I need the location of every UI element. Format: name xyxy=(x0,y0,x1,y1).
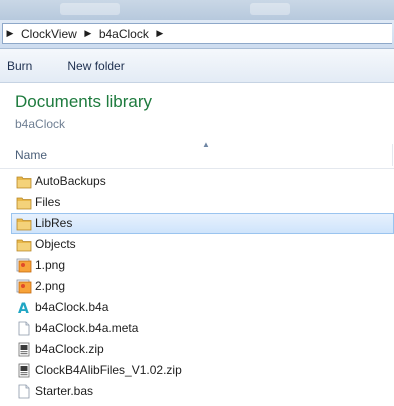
list-item[interactable]: A b4aClock.b4a xyxy=(0,297,394,318)
burn-button[interactable]: Burn xyxy=(0,59,40,73)
list-item[interactable]: Starter.bas xyxy=(0,381,394,402)
chevron-right-icon[interactable]: ▶ xyxy=(153,28,167,39)
generic-file-icon xyxy=(16,321,32,336)
file-name: AutoBackups xyxy=(35,174,106,188)
command-bar: Burn New folder xyxy=(0,49,394,83)
list-item[interactable]: Objects xyxy=(0,234,394,255)
file-name: 1.png xyxy=(35,258,66,272)
library-subtitle: b4aClock xyxy=(15,117,66,131)
list-item[interactable]: b4aClock.b4a.meta xyxy=(0,318,394,339)
zip-file-icon xyxy=(16,363,32,378)
file-name: Objects xyxy=(35,237,76,251)
folder-icon xyxy=(16,216,32,231)
folder-icon xyxy=(16,237,32,252)
file-name: b4aClock.b4a.meta xyxy=(35,321,139,335)
list-item[interactable]: ClockB4AlibFiles_V1.02.zip xyxy=(0,360,394,381)
svg-text:A: A xyxy=(18,301,29,315)
file-name: b4aClock.zip xyxy=(35,342,104,356)
list-item[interactable]: Files xyxy=(0,192,394,213)
chevron-right-icon[interactable]: ▶ xyxy=(3,28,17,39)
list-item[interactable]: b4aClock.zip xyxy=(0,339,394,360)
folder-icon xyxy=(16,195,32,210)
file-name: ClockB4AlibFiles_V1.02.zip xyxy=(35,363,182,377)
column-divider[interactable] xyxy=(392,144,393,166)
breadcrumb-item[interactable]: b4aClock xyxy=(95,27,153,41)
image-file-icon xyxy=(16,279,32,294)
list-item[interactable]: 1.png xyxy=(0,255,394,276)
file-name: Starter.bas xyxy=(35,384,94,398)
sort-ascending-icon: ▲ xyxy=(202,140,210,149)
breadcrumb-item[interactable]: ClockView xyxy=(17,27,81,41)
list-item-selected[interactable]: LibRes xyxy=(11,213,394,234)
file-name: Files xyxy=(35,195,61,209)
frame-highlight xyxy=(250,3,290,15)
list-item[interactable]: 2.png xyxy=(0,276,394,297)
list-item[interactable]: AutoBackups xyxy=(0,171,394,192)
chevron-right-icon[interactable]: ▶ xyxy=(81,28,95,39)
file-name: 2.png xyxy=(35,279,66,293)
file-name: LibRes xyxy=(35,216,73,230)
zip-file-icon xyxy=(16,342,32,357)
new-folder-button[interactable]: New folder xyxy=(67,59,132,73)
page-title: Documents library xyxy=(15,92,152,111)
generic-file-icon xyxy=(16,384,32,399)
image-file-icon xyxy=(16,258,32,273)
frame-highlight xyxy=(60,3,120,15)
file-name: b4aClock.b4a xyxy=(35,300,109,314)
column-header: Name ▲ xyxy=(0,140,394,169)
window-frame xyxy=(0,0,394,20)
b4a-file-icon: A xyxy=(16,300,32,317)
folder-icon xyxy=(16,174,32,189)
file-list: AutoBackups Files LibRes Objects 1.png 2… xyxy=(0,171,394,402)
address-bar: ▶ ClockView ▶ b4aClock ▶ xyxy=(0,20,394,49)
name-column-header[interactable]: Name xyxy=(15,148,47,162)
breadcrumb[interactable]: ▶ ClockView ▶ b4aClock ▶ xyxy=(2,23,392,44)
